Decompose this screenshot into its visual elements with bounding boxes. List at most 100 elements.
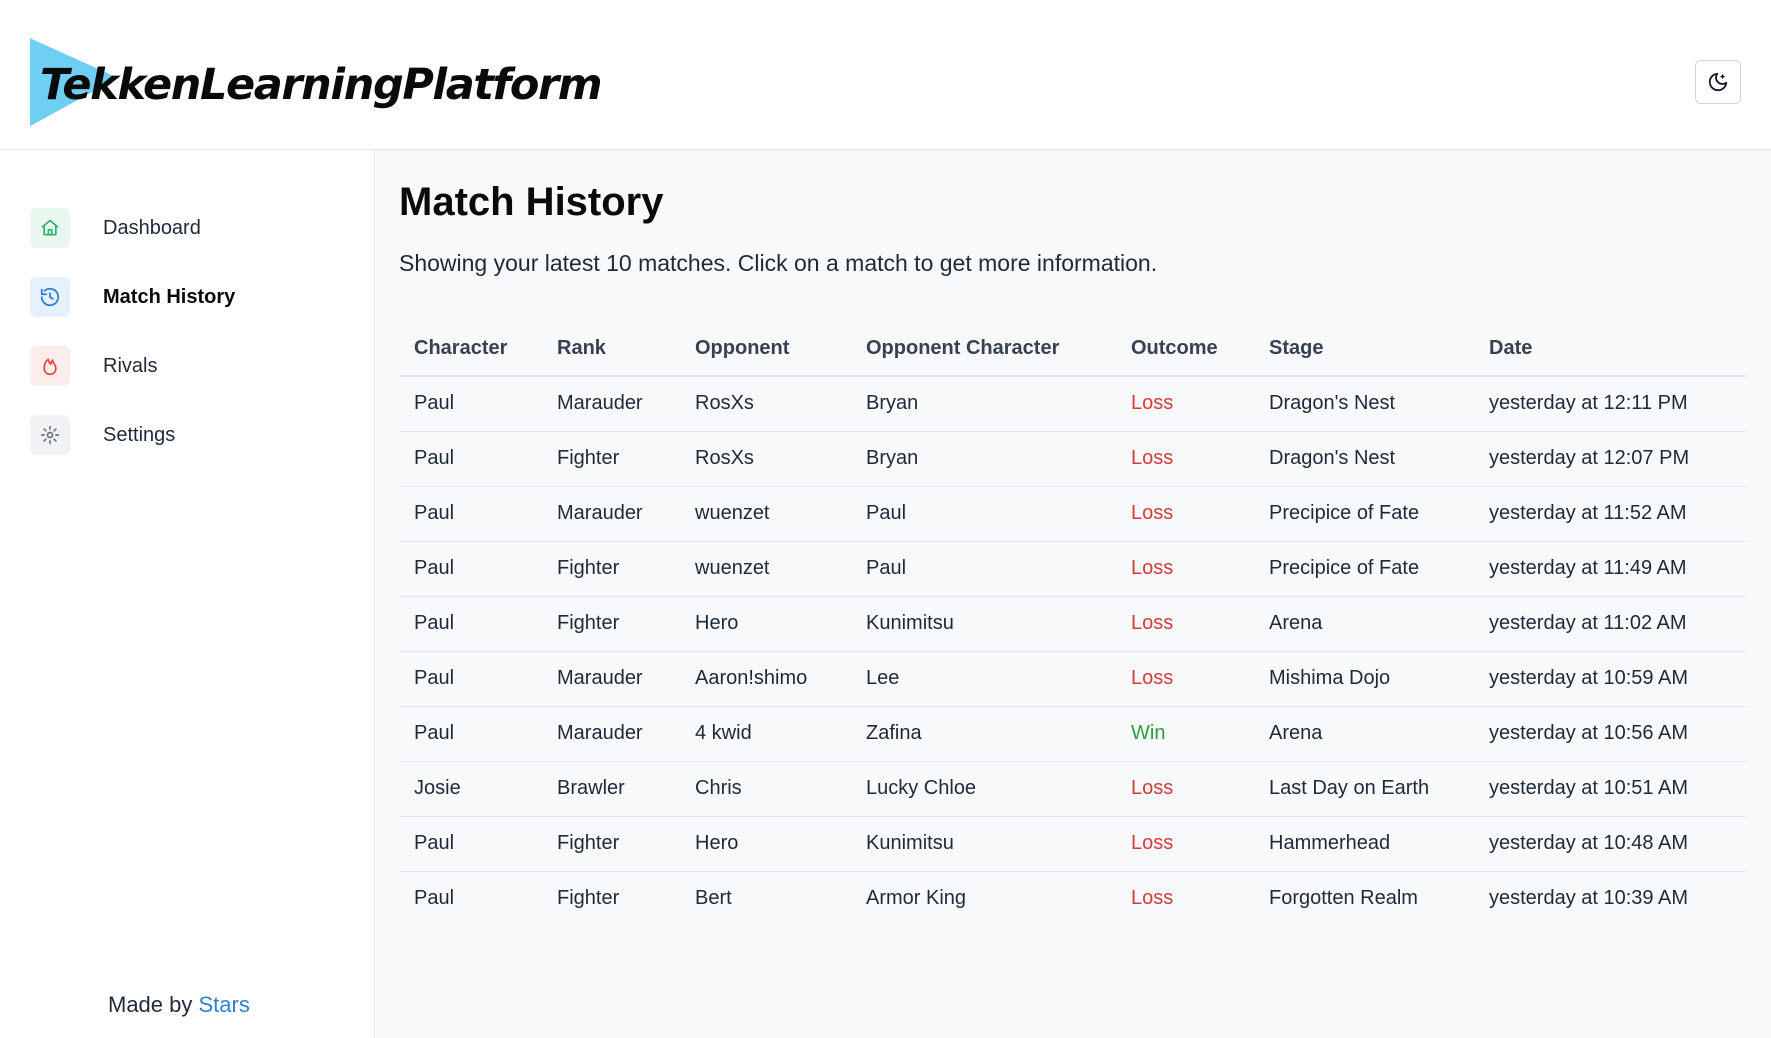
- cell-stage: Precipice of Fate: [1254, 486, 1474, 542]
- table-header-row: Character Rank Opponent Opponent Charact…: [399, 322, 1747, 377]
- cell-opponent: RosXs: [680, 376, 851, 432]
- table-row[interactable]: Paul Fighter Bert Armor King Loss Forgot…: [399, 871, 1747, 926]
- cell-character: Paul: [399, 706, 542, 762]
- nav-icon-box: [30, 346, 70, 386]
- table-row[interactable]: Paul Marauder RosXs Bryan Loss Dragon's …: [399, 376, 1747, 432]
- cell-rank: Marauder: [542, 651, 680, 707]
- cell-character: Paul: [399, 376, 542, 432]
- cell-outcome: Loss: [1116, 596, 1254, 652]
- sidebar-item-label: Settings: [103, 423, 176, 446]
- cell-rank: Marauder: [542, 486, 680, 542]
- cell-stage: Last Day on Earth: [1254, 761, 1474, 817]
- footer-prefix: Made by: [108, 992, 199, 1017]
- cell-opponent-character: Paul: [851, 486, 1116, 542]
- column-header-opponent[interactable]: Opponent: [680, 322, 851, 377]
- cell-character: Paul: [399, 486, 542, 542]
- cell-opponent-character: Kunimitsu: [851, 596, 1116, 652]
- cell-character: Paul: [399, 596, 542, 652]
- cell-rank: Marauder: [542, 376, 680, 432]
- cell-date: yesterday at 12:07 PM: [1474, 431, 1747, 487]
- cell-opponent: 4 kwid: [680, 706, 851, 762]
- cell-date: yesterday at 10:48 AM: [1474, 816, 1747, 872]
- footer-credit: Made by Stars: [108, 992, 250, 1018]
- cell-rank: Fighter: [542, 431, 680, 487]
- cell-opponent: Hero: [680, 596, 851, 652]
- table-row[interactable]: Paul Marauder Aaron!shimo Lee Loss Mishi…: [399, 651, 1747, 707]
- column-header-stage[interactable]: Stage: [1254, 322, 1474, 377]
- table-row[interactable]: Paul Marauder wuenzet Paul Loss Precipic…: [399, 486, 1747, 542]
- cell-date: yesterday at 12:11 PM: [1474, 376, 1747, 432]
- table-row[interactable]: Josie Brawler Chris Lucky Chloe Loss Las…: [399, 761, 1747, 817]
- nav-icon-box: [30, 415, 70, 455]
- cell-date: yesterday at 10:39 AM: [1489, 887, 1689, 910]
- cell-outcome: Loss: [1116, 486, 1254, 542]
- column-header-date[interactable]: Date: [1474, 322, 1747, 377]
- cell-character: Paul: [399, 816, 542, 872]
- cell-opponent-character: Zafina: [851, 706, 1116, 762]
- cell-outcome: Loss: [1116, 376, 1254, 432]
- cell-stage: Arena: [1254, 596, 1474, 652]
- cell-character: Josie: [399, 761, 542, 817]
- gear-icon: [40, 425, 60, 445]
- cell-date: yesterday at 10:59 AM: [1474, 651, 1747, 707]
- history-icon: [40, 287, 60, 307]
- cell-opponent-character: Kunimitsu: [851, 816, 1116, 872]
- cell-rank: Fighter: [542, 541, 680, 597]
- page-title: Match History: [399, 180, 664, 224]
- cell-rank: Fighter: [542, 816, 680, 872]
- table-row[interactable]: Paul Fighter Hero Kunimitsu Loss Hammerh…: [399, 816, 1747, 872]
- cell-opponent: Chris: [680, 761, 851, 817]
- cell-outcome: Loss: [1116, 431, 1254, 487]
- table-row[interactable]: Paul Fighter wuenzet Paul Loss Precipice…: [399, 541, 1747, 597]
- column-header-outcome[interactable]: Outcome: [1116, 322, 1254, 377]
- cell-opponent: wuenzet: [680, 541, 851, 597]
- cell-date: yesterday at 11:52 AM: [1474, 486, 1747, 542]
- main-content: Match History Showing your latest 10 mat…: [375, 150, 1771, 1038]
- top-bar: TekkenLearningPlatform: [0, 0, 1771, 150]
- cell-outcome: Loss: [1131, 887, 1174, 910]
- page-subtitle: Showing your latest 10 matches. Click on…: [399, 250, 1158, 276]
- cell-opponent-character: Lee: [851, 651, 1116, 707]
- app-logo[interactable]: TekkenLearningPlatform: [30, 33, 603, 127]
- sidebar-item-label: Match History: [103, 285, 236, 308]
- cell-stage: Mishima Dojo: [1254, 651, 1474, 707]
- cell-character: Paul: [399, 541, 542, 597]
- cell-opponent: RosXs: [680, 431, 851, 487]
- cell-rank: Marauder: [542, 706, 680, 762]
- cell-stage: Dragon's Nest: [1254, 431, 1474, 487]
- cell-character: Paul: [414, 887, 455, 910]
- table-row[interactable]: Paul Fighter RosXs Bryan Loss Dragon's N…: [399, 431, 1747, 487]
- theme-toggle-button[interactable]: [1695, 60, 1741, 104]
- column-header-opponent-character[interactable]: Opponent Character: [851, 322, 1116, 377]
- sidebar: Dashboard Match History Rivals Settings …: [0, 150, 375, 1038]
- cell-outcome: Win: [1116, 706, 1254, 762]
- cell-opponent: Aaron!shimo: [680, 651, 851, 707]
- cell-character: Paul: [399, 651, 542, 707]
- cell-stage: Precipice of Fate: [1254, 541, 1474, 597]
- sidebar-item-match-history[interactable]: Match History: [30, 277, 350, 317]
- sidebar-item-dashboard[interactable]: Dashboard: [30, 208, 350, 248]
- home-icon: [41, 219, 59, 236]
- table-row[interactable]: Paul Fighter Hero Kunimitsu Loss Arena y…: [399, 596, 1747, 652]
- cell-character: Paul: [399, 431, 542, 487]
- cell-stage: Arena: [1254, 706, 1474, 762]
- sidebar-item-settings[interactable]: Settings: [30, 415, 350, 455]
- nav-icon-box: [30, 277, 70, 317]
- cell-opponent: Bert: [695, 887, 732, 910]
- cell-opponent: wuenzet: [680, 486, 851, 542]
- moon-icon: [1708, 72, 1728, 92]
- sidebar-item-rivals[interactable]: Rivals: [30, 346, 350, 386]
- cell-outcome: Loss: [1116, 541, 1254, 597]
- table-row[interactable]: Paul Marauder 4 kwid Zafina Win Arena ye…: [399, 706, 1747, 762]
- column-header-rank[interactable]: Rank: [542, 322, 680, 377]
- cell-outcome: Loss: [1116, 761, 1254, 817]
- cell-rank: Fighter: [542, 596, 680, 652]
- cell-date: yesterday at 10:51 AM: [1474, 761, 1747, 817]
- column-header-character[interactable]: Character: [399, 322, 542, 377]
- cell-rank: Fighter: [557, 887, 620, 910]
- sidebar-item-label: Dashboard: [103, 216, 201, 239]
- cell-date: yesterday at 11:02 AM: [1474, 596, 1747, 652]
- cell-outcome: Loss: [1116, 651, 1254, 707]
- cell-opponent-character: Paul: [851, 541, 1116, 597]
- footer-author-link[interactable]: Stars: [199, 992, 250, 1017]
